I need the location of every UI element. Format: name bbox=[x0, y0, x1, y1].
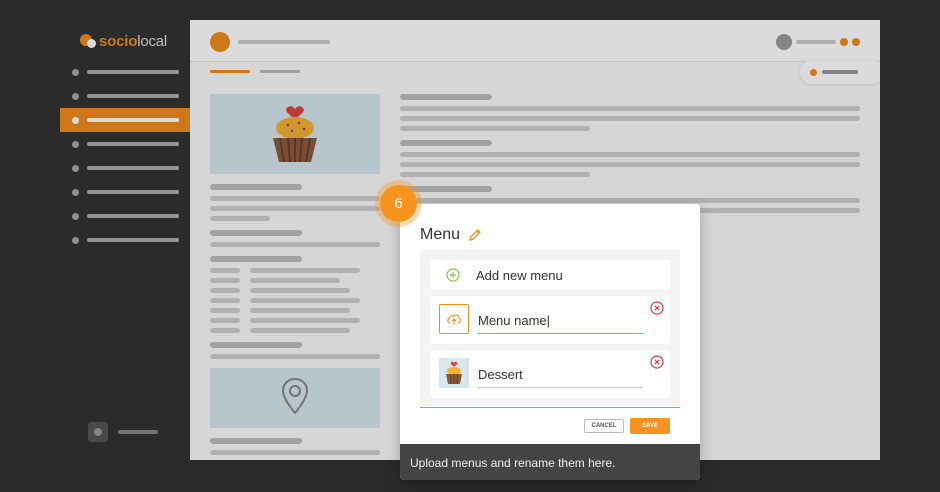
tour-tooltip: Upload menus and rename them here. bbox=[400, 444, 700, 480]
text-placeholder bbox=[210, 230, 302, 236]
settings-icon bbox=[88, 422, 108, 442]
map-card bbox=[210, 368, 380, 428]
tab[interactable] bbox=[260, 70, 300, 73]
text-placeholder bbox=[250, 318, 360, 323]
text-placeholder bbox=[400, 94, 492, 100]
divider bbox=[420, 407, 680, 408]
sidebar-item[interactable] bbox=[60, 228, 190, 252]
business-avatar[interactable] bbox=[210, 32, 230, 52]
text-placeholder bbox=[250, 278, 340, 283]
sidebar-item[interactable] bbox=[60, 132, 190, 156]
tooltip-text: Upload menus and rename them here. bbox=[410, 456, 616, 470]
remove-icon[interactable] bbox=[650, 355, 664, 369]
text-placeholder bbox=[210, 242, 380, 247]
text-placeholder bbox=[400, 186, 492, 192]
notification-dot[interactable] bbox=[840, 38, 848, 46]
text-placeholder bbox=[210, 450, 380, 455]
menu-modal: Menu Add new menu Menu name| Dessert CAN… bbox=[400, 204, 700, 480]
text-placeholder bbox=[210, 184, 302, 190]
status-pill[interactable] bbox=[800, 60, 880, 84]
text-placeholder bbox=[400, 126, 590, 131]
sidebar-item[interactable] bbox=[60, 84, 190, 108]
add-menu-label: Add new menu bbox=[476, 268, 563, 283]
save-button[interactable]: SAVE bbox=[630, 418, 670, 434]
text-placeholder bbox=[210, 196, 380, 201]
text-placeholder bbox=[400, 198, 860, 203]
text-placeholder bbox=[400, 140, 492, 146]
cloud-upload-icon bbox=[447, 314, 461, 325]
modal-title: Menu bbox=[420, 226, 461, 243]
text-placeholder bbox=[210, 256, 302, 262]
cupcake-image bbox=[210, 94, 380, 174]
text-placeholder bbox=[400, 172, 590, 177]
add-menu-button[interactable]: Add new menu bbox=[430, 260, 670, 290]
menu-item: Dessert bbox=[430, 350, 670, 398]
business-name-placeholder bbox=[238, 40, 330, 44]
plus-circle-icon bbox=[446, 268, 460, 282]
tab-active[interactable] bbox=[210, 70, 250, 73]
menu-name-input[interactable]: Menu name| bbox=[478, 312, 643, 334]
text-placeholder bbox=[210, 216, 270, 221]
text-placeholder bbox=[250, 298, 360, 303]
topbar bbox=[190, 20, 880, 62]
logo[interactable]: sociolocal bbox=[80, 32, 167, 50]
sidebar: sociolocal bbox=[60, 20, 190, 460]
text-placeholder bbox=[250, 288, 350, 293]
text-placeholder bbox=[250, 328, 350, 333]
sidebar-footer[interactable] bbox=[88, 422, 158, 442]
text-placeholder bbox=[210, 354, 380, 359]
menu-item: Menu name| bbox=[430, 296, 670, 344]
text-placeholder bbox=[210, 288, 240, 293]
sidebar-item-active[interactable] bbox=[60, 108, 190, 132]
upload-button[interactable] bbox=[439, 304, 469, 334]
text-placeholder bbox=[210, 328, 240, 333]
sidebar-item[interactable] bbox=[60, 204, 190, 228]
sidebar-item[interactable] bbox=[60, 156, 190, 180]
text-placeholder bbox=[400, 106, 860, 111]
cupcake-thumbnail[interactable] bbox=[439, 358, 469, 388]
pencil-icon[interactable] bbox=[468, 228, 482, 242]
text-placeholder bbox=[250, 308, 350, 313]
text-placeholder bbox=[210, 438, 302, 444]
text-placeholder bbox=[210, 318, 240, 323]
cancel-button[interactable]: CANCEL bbox=[584, 419, 624, 433]
user-avatar[interactable] bbox=[776, 34, 792, 50]
text-placeholder bbox=[400, 162, 860, 167]
logo-icon bbox=[80, 34, 96, 48]
menu-name-input[interactable]: Dessert bbox=[478, 366, 643, 388]
step-badge[interactable]: 6 bbox=[380, 185, 417, 222]
sidebar-item[interactable] bbox=[60, 180, 190, 204]
remove-icon[interactable] bbox=[650, 301, 664, 315]
menu-list: Add new menu Menu name| Dessert bbox=[420, 250, 680, 406]
logo-text: sociolocal bbox=[99, 32, 168, 50]
menu-dot[interactable] bbox=[852, 38, 860, 46]
text-placeholder bbox=[210, 278, 240, 283]
user-name-placeholder bbox=[796, 40, 836, 44]
text-placeholder bbox=[210, 268, 240, 273]
text-placeholder bbox=[210, 342, 302, 348]
text-placeholder bbox=[250, 268, 360, 273]
text-placeholder bbox=[210, 298, 240, 303]
text-placeholder bbox=[400, 152, 860, 157]
text-placeholder bbox=[210, 206, 380, 211]
map-pin-icon bbox=[281, 377, 309, 415]
text-placeholder bbox=[400, 116, 860, 121]
sidebar-item[interactable] bbox=[60, 60, 190, 84]
text-placeholder bbox=[210, 308, 240, 313]
